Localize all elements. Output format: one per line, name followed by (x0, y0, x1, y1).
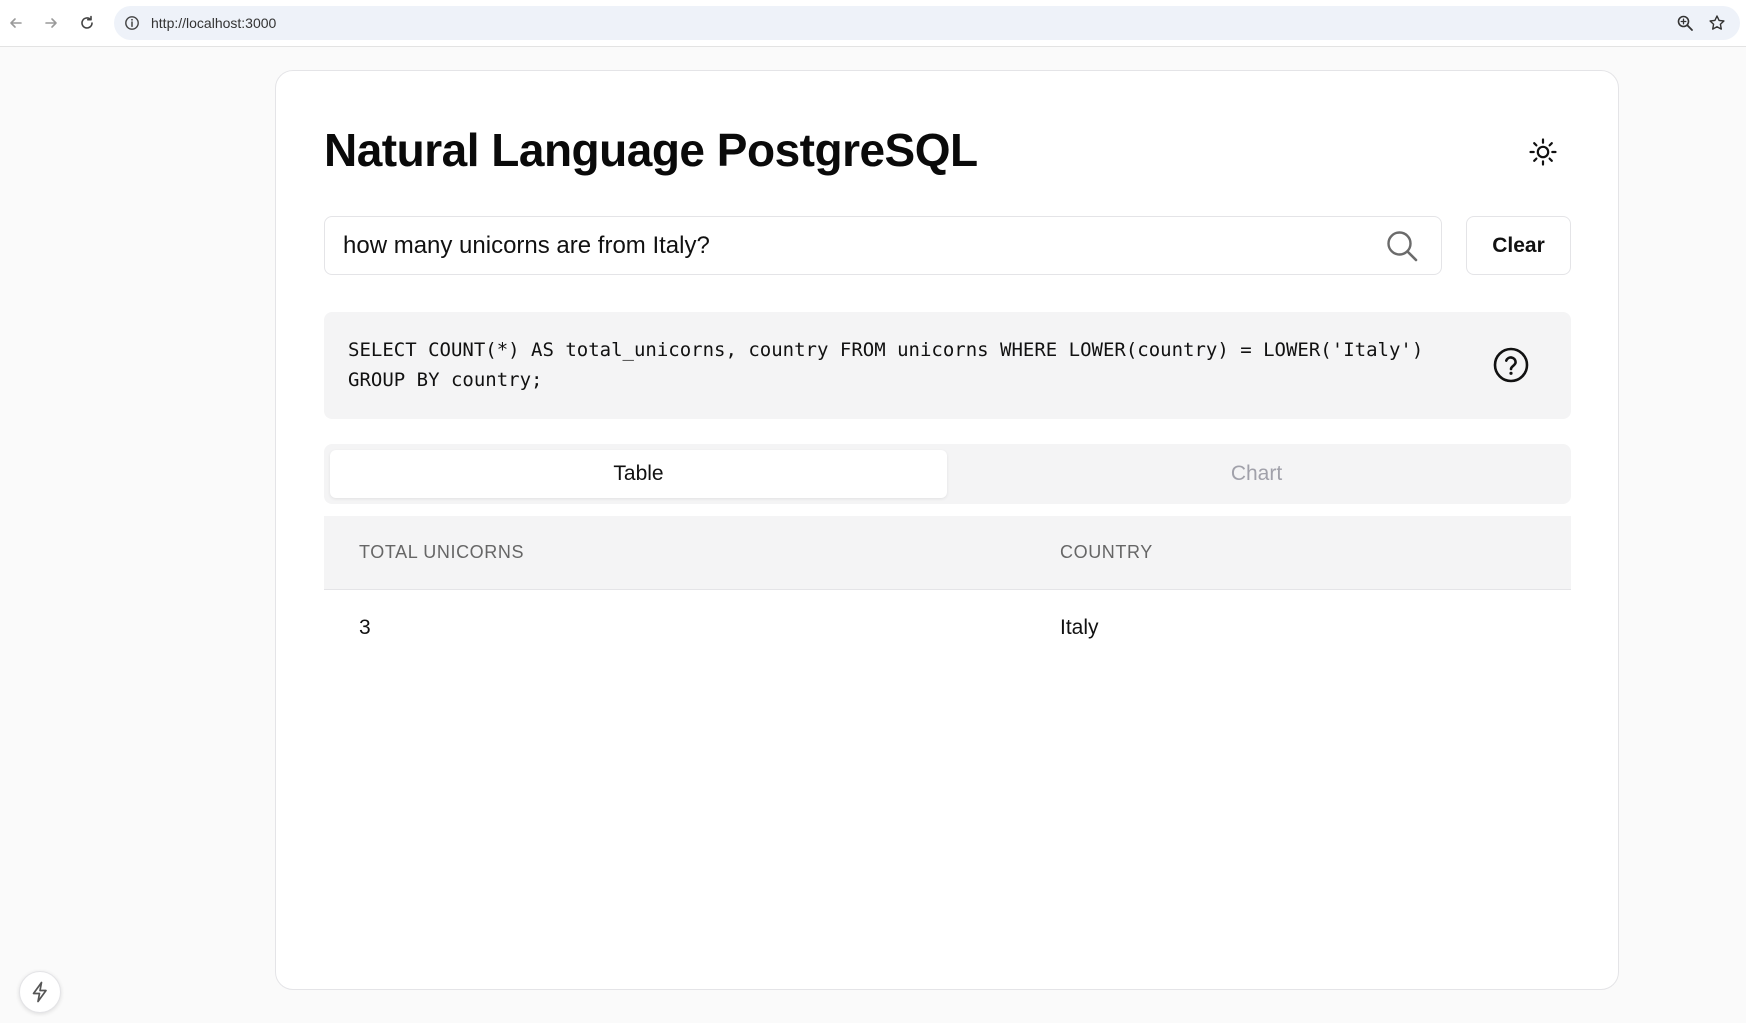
browser-toolbar: http://localhost:3000 (0, 0, 1746, 47)
column-header-total-unicorns[interactable]: TOTAL UNICORNS (324, 516, 1060, 590)
reload-button[interactable] (76, 12, 98, 34)
results-table: TOTAL UNICORNS COUNTRY 3 Italy (324, 516, 1571, 667)
search-input[interactable] (325, 217, 1375, 274)
zoom-icon[interactable] (1676, 14, 1694, 32)
sql-query-text: SELECT COUNT(*) AS total_unicorns, count… (348, 339, 1424, 391)
theme-toggle-button[interactable] (1522, 131, 1564, 173)
dev-tools-button[interactable] (19, 971, 61, 1013)
table-header-row: TOTAL UNICORNS COUNTRY (324, 516, 1571, 590)
reload-icon (81, 15, 93, 29)
clear-button[interactable]: Clear (1466, 216, 1571, 275)
main-card: Natural Language PostgreSQL Clear SELECT… (275, 70, 1619, 990)
sun-icon (1529, 138, 1557, 166)
tab-chart[interactable]: Chart (948, 450, 1565, 498)
lightning-bolt-icon (32, 981, 47, 1003)
table-row: 3 Italy (324, 589, 1571, 667)
sql-query-box: SELECT COUNT(*) AS total_unicorns, count… (324, 312, 1571, 419)
search-field (324, 216, 1442, 275)
view-tabs: Table Chart (324, 444, 1571, 504)
question-circle-icon[interactable] (1492, 346, 1530, 384)
address-bar[interactable]: http://localhost:3000 (114, 6, 1740, 40)
tab-table[interactable]: Table (330, 450, 947, 498)
table-cell-country: Italy (1060, 616, 1099, 640)
info-icon[interactable] (124, 15, 140, 31)
page-title: Natural Language PostgreSQL (324, 124, 978, 176)
forward-button[interactable] (40, 12, 62, 34)
search-icon[interactable] (1385, 229, 1419, 263)
table-cell-total-unicorns: 3 (359, 616, 371, 640)
forward-arrow-icon (45, 18, 57, 28)
back-button[interactable] (5, 12, 27, 34)
star-icon[interactable] (1708, 14, 1726, 32)
column-header-country[interactable]: COUNTRY (1060, 516, 1571, 590)
url-text: http://localhost:3000 (151, 15, 277, 31)
back-arrow-icon (10, 18, 22, 28)
